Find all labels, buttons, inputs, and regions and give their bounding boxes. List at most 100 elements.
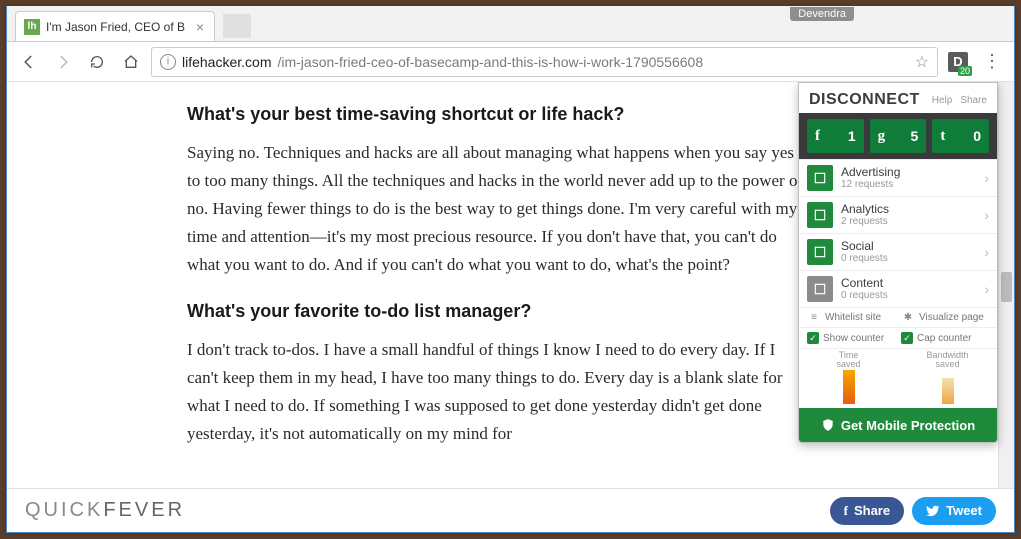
popup-help-link[interactable]: Help bbox=[932, 95, 953, 106]
logo-part-a: QUICK bbox=[25, 499, 103, 521]
user-profile-pill[interactable]: Devendra bbox=[790, 7, 854, 21]
share-buttons: f Share Tweet bbox=[830, 497, 996, 525]
time-saved-stat[interactable]: Timesaved bbox=[799, 349, 898, 408]
visualize-page-option[interactable]: ✱Visualize page bbox=[901, 312, 989, 323]
category-requests: 0 requests bbox=[841, 290, 976, 301]
category-requests: 12 requests bbox=[841, 179, 976, 190]
facebook-count: 1 bbox=[848, 128, 856, 144]
forward-button[interactable] bbox=[49, 48, 77, 76]
category-icon bbox=[807, 276, 833, 302]
whitelist-site-option[interactable]: ≡Whitelist site bbox=[807, 312, 895, 323]
popup-social-row: f1 g5 t0 bbox=[799, 113, 997, 159]
category-name: Content bbox=[841, 277, 976, 290]
checkbox-checked-icon: ✓ bbox=[901, 332, 913, 344]
article-body: What's your best time-saving shortcut or… bbox=[7, 82, 827, 490]
chevron-right-icon: › bbox=[984, 281, 989, 297]
facebook-icon: f bbox=[844, 503, 848, 519]
get-mobile-protection-button[interactable]: Get Mobile Protection bbox=[799, 408, 997, 442]
home-button[interactable] bbox=[117, 48, 145, 76]
category-name: Analytics bbox=[841, 203, 976, 216]
chevron-right-icon: › bbox=[984, 244, 989, 260]
twitter-icon: t bbox=[940, 128, 962, 145]
scrollbar-thumb[interactable] bbox=[1001, 272, 1012, 302]
tab-title: I'm Jason Fried, CEO of B bbox=[46, 20, 188, 34]
graph-icon: ✱ bbox=[901, 312, 915, 323]
new-tab-button[interactable] bbox=[223, 14, 251, 38]
disconnect-extension-button[interactable]: D 20 bbox=[944, 48, 972, 76]
shield-icon bbox=[821, 418, 835, 432]
popup-share-link[interactable]: Share bbox=[960, 95, 987, 106]
tab-close-button[interactable]: × bbox=[194, 19, 206, 35]
category-row-content[interactable]: Content0 requests › bbox=[799, 270, 997, 307]
popup-options-row-2: ✓Show counter ✓Cap counter bbox=[799, 327, 997, 348]
disconnect-popup: DISCONNECT Help Share f1 g5 t0 Advertisi… bbox=[798, 82, 998, 443]
time-saved-label: Timesaved bbox=[836, 351, 860, 369]
popup-stats: Timesaved Bandwidthsaved bbox=[799, 348, 997, 408]
twitter-count: 0 bbox=[973, 128, 981, 144]
tab-active[interactable]: lh I'm Jason Fried, CEO of B × bbox=[15, 11, 215, 41]
category-icon bbox=[807, 202, 833, 228]
chrome-menu-button[interactable]: ⋮ bbox=[978, 51, 1006, 72]
list-icon: ≡ bbox=[807, 312, 821, 323]
bottom-bar: QUICKFEVER f Share Tweet bbox=[7, 488, 1014, 532]
category-info: Analytics2 requests bbox=[841, 203, 976, 227]
logo-part-b: FEVER bbox=[103, 499, 185, 521]
google-icon: g bbox=[878, 128, 900, 145]
page-content: What's your best time-saving shortcut or… bbox=[7, 82, 1014, 532]
category-icon bbox=[807, 239, 833, 265]
time-saved-bar bbox=[843, 370, 855, 404]
category-name: Social bbox=[841, 240, 976, 253]
facebook-share-button[interactable]: f Share bbox=[830, 497, 904, 525]
category-info: Advertising12 requests bbox=[841, 166, 976, 190]
facebook-chip[interactable]: f1 bbox=[807, 119, 864, 153]
bandwidth-saved-stat[interactable]: Bandwidthsaved bbox=[898, 349, 997, 408]
cap-counter-option[interactable]: ✓Cap counter bbox=[901, 332, 989, 344]
category-icon bbox=[807, 165, 833, 191]
popup-header: DISCONNECT Help Share bbox=[799, 83, 997, 113]
bookmark-star-icon[interactable]: ☆ bbox=[915, 52, 929, 72]
tweet-button[interactable]: Tweet bbox=[912, 497, 996, 525]
category-row-social[interactable]: Social0 requests › bbox=[799, 233, 997, 270]
site-logo[interactable]: QUICKFEVER bbox=[25, 499, 185, 522]
extension-badge: 20 bbox=[958, 66, 972, 76]
facebook-icon: f bbox=[815, 128, 837, 145]
category-row-advertising[interactable]: Advertising12 requests › bbox=[799, 159, 997, 196]
category-requests: 0 requests bbox=[841, 253, 976, 264]
category-info: Content0 requests bbox=[841, 277, 976, 301]
popup-options-row-1: ≡Whitelist site ✱Visualize page bbox=[799, 307, 997, 327]
chevron-right-icon: › bbox=[984, 207, 989, 223]
browser-window: Devendra — ☐ ✕ lh I'm Jason Fried, CEO o… bbox=[6, 6, 1015, 533]
category-requests: 2 requests bbox=[841, 216, 976, 227]
google-count: 5 bbox=[911, 128, 919, 144]
article-paragraph-2: I don't track to-dos. I have a small han… bbox=[187, 336, 807, 448]
favicon-icon: lh bbox=[24, 19, 40, 35]
chevron-right-icon: › bbox=[984, 170, 989, 186]
twitter-icon bbox=[926, 504, 940, 518]
google-chip[interactable]: g5 bbox=[870, 119, 927, 153]
address-bar[interactable]: i lifehacker.com/im-jason-fried-ceo-of-b… bbox=[151, 47, 938, 77]
bandwidth-saved-label: Bandwidthsaved bbox=[926, 351, 968, 369]
reload-button[interactable] bbox=[83, 48, 111, 76]
vertical-scrollbar[interactable] bbox=[998, 82, 1014, 488]
toolbar: i lifehacker.com/im-jason-fried-ceo-of-b… bbox=[7, 42, 1014, 82]
category-row-analytics[interactable]: Analytics2 requests › bbox=[799, 196, 997, 233]
cta-label: Get Mobile Protection bbox=[841, 418, 975, 433]
back-button[interactable] bbox=[15, 48, 43, 76]
share-label: Share bbox=[854, 503, 890, 518]
url-host: lifehacker.com bbox=[182, 54, 271, 70]
bandwidth-saved-bar bbox=[942, 378, 954, 404]
tab-strip: lh I'm Jason Fried, CEO of B × bbox=[7, 6, 1014, 42]
popup-title: DISCONNECT bbox=[809, 91, 920, 109]
show-counter-option[interactable]: ✓Show counter bbox=[807, 332, 895, 344]
twitter-chip[interactable]: t0 bbox=[932, 119, 989, 153]
checkbox-checked-icon: ✓ bbox=[807, 332, 819, 344]
site-info-icon[interactable]: i bbox=[160, 54, 176, 70]
article-paragraph-1: Saying no. Techniques and hacks are all … bbox=[187, 139, 807, 279]
article-heading-2: What's your favorite to-do list manager? bbox=[187, 301, 807, 322]
url-path: /im-jason-fried-ceo-of-basecamp-and-this… bbox=[277, 54, 703, 70]
tweet-label: Tweet bbox=[946, 503, 982, 518]
category-info: Social0 requests bbox=[841, 240, 976, 264]
category-name: Advertising bbox=[841, 166, 976, 179]
popup-links: Help Share bbox=[932, 95, 987, 106]
article-heading-1: What's your best time-saving shortcut or… bbox=[187, 104, 807, 125]
